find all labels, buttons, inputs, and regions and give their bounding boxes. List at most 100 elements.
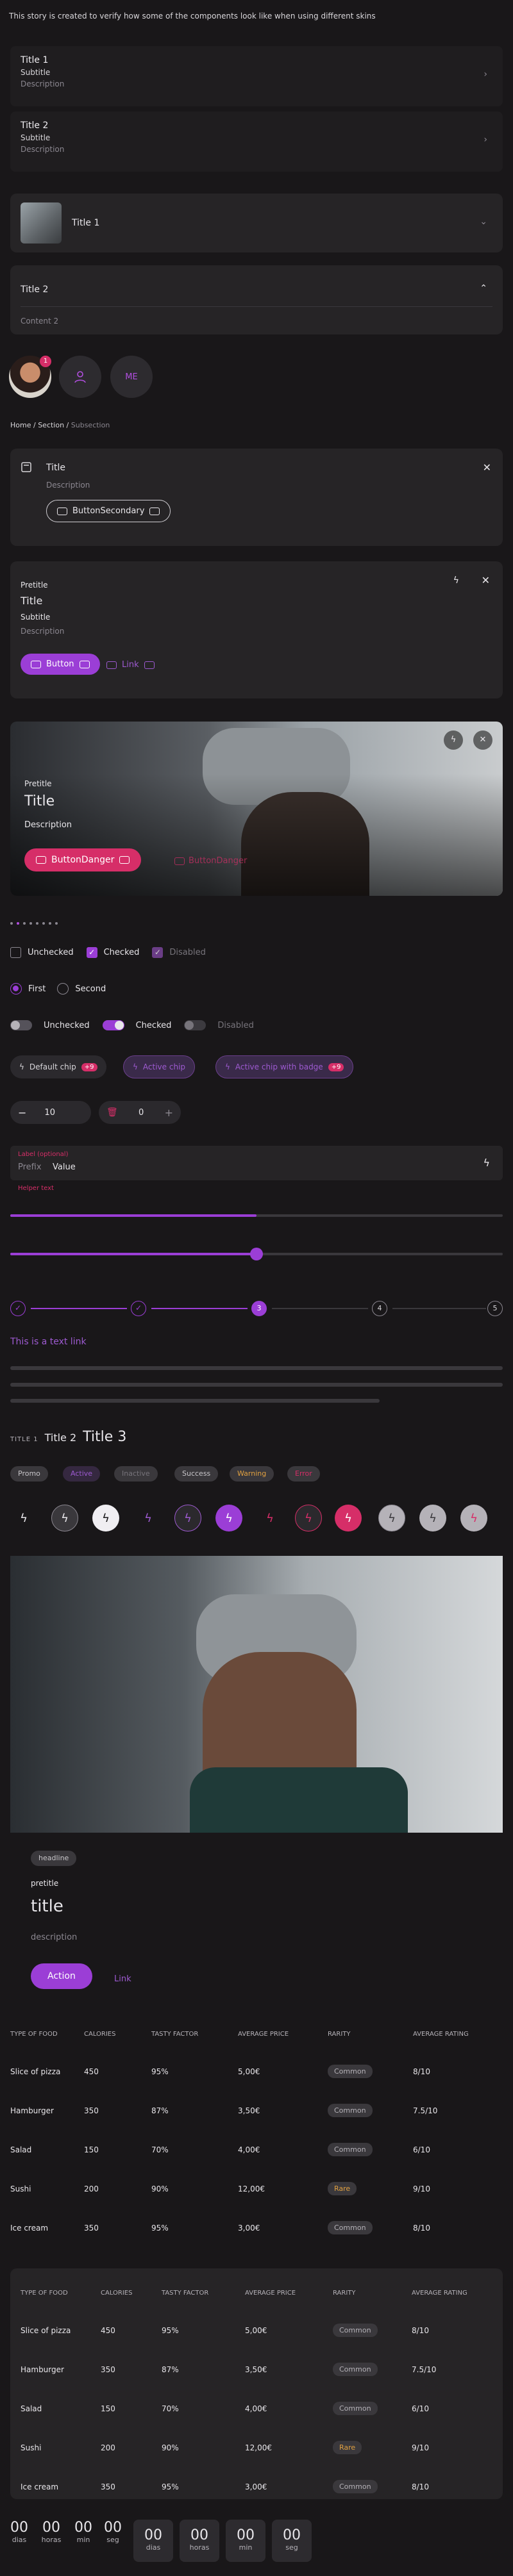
- switch-checked[interactable]: Checked: [102, 1020, 171, 1030]
- quantity-stepper-2[interactable]: 🗑 0 +: [99, 1101, 181, 1124]
- countdown-label: dias: [12, 2536, 27, 2544]
- table-row: Sushi 200 90% 12,00€ Rare 9/10: [21, 2428, 492, 2467]
- active-chip-with-badge[interactable]: ϟ Active chip with badge +9: [215, 1055, 354, 1078]
- media-link[interactable]: Link: [114, 1974, 131, 1984]
- close-icon[interactable]: ✕: [473, 731, 492, 750]
- cell: 87%: [162, 2365, 179, 2374]
- lightning-icon-button-outline[interactable]: ϟ: [174, 1505, 201, 1532]
- lightning-icon[interactable]: ϟ: [444, 731, 463, 750]
- radio-second[interactable]: Second: [57, 983, 106, 995]
- table-row: Ice cream 350 95% 3,00€ Common 8/10: [10, 2208, 503, 2247]
- card-subtitle: Subtitle: [21, 613, 51, 622]
- cell: 3,00€: [245, 2482, 267, 2491]
- column-header: RARITY: [328, 2030, 351, 2038]
- countdown-minutes: 00 min: [71, 2520, 96, 2544]
- lightning-icon-button-gray-danger[interactable]: ϟ: [460, 1505, 487, 1532]
- lightning-icon: ϟ: [133, 1062, 138, 1071]
- checkbox-checked[interactable]: ✓ Checked: [86, 947, 139, 958]
- close-icon[interactable]: ✕: [482, 574, 490, 586]
- default-chip[interactable]: ϟ Default chip +9: [10, 1055, 106, 1078]
- checkbox-unchecked[interactable]: Unchecked: [10, 947, 74, 958]
- rarity-badge: Common: [328, 2065, 373, 2078]
- minus-icon[interactable]: −: [18, 1107, 26, 1119]
- lightning-icon-danger[interactable]: ϟ: [256, 1505, 283, 1532]
- breadcrumb-home[interactable]: Home: [10, 421, 31, 429]
- media-image-body: [190, 1767, 408, 1833]
- primary-button[interactable]: Button: [21, 654, 100, 675]
- tag-error: Error: [287, 1466, 320, 1482]
- lightning-icon[interactable]: ϟ: [453, 575, 459, 586]
- danger-link[interactable]: ButtonDanger: [174, 856, 247, 866]
- chip-badge: +9: [328, 1062, 344, 1071]
- cell: 6/10: [412, 2404, 429, 2413]
- cell: 5,00€: [245, 2325, 267, 2335]
- cell: 450: [84, 2067, 99, 2076]
- step-3-current: 3: [251, 1301, 267, 1316]
- switch-toggle: [10, 1020, 32, 1030]
- countdown-label: horas: [41, 2536, 62, 2544]
- carousel-dots[interactable]: [10, 922, 58, 925]
- lightning-icon-button-danger[interactable]: ϟ: [335, 1505, 362, 1532]
- breadcrumb-section[interactable]: Section: [38, 421, 64, 429]
- accordion-item-2[interactable]: Title 2 ⌃ Content 2: [10, 265, 503, 334]
- field-helper-text: Helper text: [18, 1185, 54, 1192]
- lightning-icon-button-inverse[interactable]: ϟ: [92, 1505, 119, 1532]
- rarity-badge: Rare: [328, 2182, 357, 2195]
- stepper-value: 0: [139, 1107, 144, 1118]
- media-title: title: [31, 1897, 63, 1916]
- checkbox-group: Unchecked ✓ Checked ✓ Disabled: [10, 947, 206, 958]
- lightning-icon-button-danger-outline[interactable]: ϟ: [295, 1505, 322, 1532]
- quantity-stepper-1[interactable]: − 10: [10, 1101, 91, 1124]
- slider-thumb[interactable]: [250, 1248, 263, 1260]
- action-button[interactable]: Action: [31, 1963, 92, 1989]
- slider-fill: [10, 1253, 256, 1255]
- row-title: Title 2: [21, 120, 49, 131]
- table-row: Ice cream 350 95% 3,00€ Common 8/10: [21, 2467, 492, 2506]
- button-secondary[interactable]: ButtonSecondary: [46, 500, 171, 522]
- lightning-icon-button-gray[interactable]: ϟ: [378, 1505, 405, 1532]
- dot: [42, 922, 45, 925]
- text-link[interactable]: This is a text link: [10, 1337, 87, 1347]
- camera-icon: [144, 661, 155, 669]
- switch-disabled: Disabled: [184, 1020, 254, 1030]
- cell: 12,00€: [238, 2184, 265, 2193]
- text-field[interactable]: Label (optional) Prefix Value ϟ: [10, 1146, 503, 1180]
- document-icon: [21, 462, 31, 472]
- step-2-check-icon: ✓: [131, 1301, 146, 1316]
- cell: 8/10: [412, 2482, 429, 2491]
- countdown-number: 00: [237, 2527, 255, 2543]
- list-row-1[interactable]: Title 1 Subtitle Description ›: [10, 46, 503, 106]
- cell: 90%: [162, 2443, 179, 2452]
- card-description: Description: [46, 481, 90, 490]
- danger-button[interactable]: ButtonDanger: [24, 848, 142, 871]
- lightning-icon-button-gray-2[interactable]: ϟ: [419, 1505, 446, 1532]
- active-chip[interactable]: ϟ Active chip: [123, 1055, 196, 1078]
- close-icon[interactable]: ✕: [483, 461, 491, 474]
- lightning-icon-button[interactable]: ϟ: [51, 1505, 78, 1532]
- link-button[interactable]: Link: [106, 660, 155, 670]
- trash-icon[interactable]: 🗑: [106, 1107, 118, 1118]
- slider[interactable]: [10, 1248, 503, 1260]
- lightning-icon[interactable]: ϟ: [483, 1157, 490, 1169]
- field-label: Label (optional): [18, 1151, 69, 1158]
- hero-card: ϟ ✕ Pretitle Title Description ButtonDan…: [10, 722, 503, 896]
- media-description: description: [31, 1933, 78, 1942]
- countdown-box-days: 00 dias: [133, 2520, 173, 2562]
- countdown-number: 00: [190, 2527, 208, 2543]
- camera-icon: [174, 857, 185, 865]
- lightning-icon-button-brand[interactable]: ϟ: [215, 1505, 242, 1532]
- accordion-item-1[interactable]: Title 1 ⌄: [10, 194, 503, 252]
- promo-card: ϟ ✕ Pretitle Title Subtitle Description …: [10, 561, 503, 698]
- countdown-number: 00: [144, 2527, 162, 2543]
- lightning-icon-brand[interactable]: ϟ: [135, 1505, 162, 1532]
- cell: 3,50€: [245, 2365, 267, 2374]
- step-1-check-icon: ✓: [10, 1301, 26, 1316]
- lightning-icon[interactable]: ϟ: [10, 1505, 37, 1532]
- radio-first[interactable]: First: [10, 983, 46, 995]
- cell: 200: [84, 2184, 99, 2193]
- list-row-2[interactable]: Title 2 Subtitle Description ›: [10, 111, 503, 172]
- plus-icon[interactable]: +: [165, 1107, 173, 1119]
- rarity-badge: Common: [328, 2221, 373, 2234]
- cell: 5,00€: [238, 2067, 260, 2076]
- switch-unchecked[interactable]: Unchecked: [10, 1020, 90, 1030]
